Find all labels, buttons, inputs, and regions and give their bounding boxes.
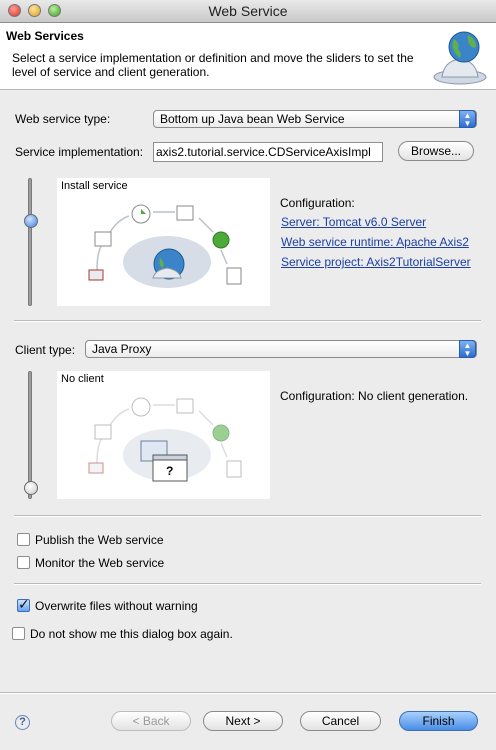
section-divider: [14, 515, 481, 517]
service-lifecycle-diagram-icon: [88, 204, 242, 288]
service-implementation-input[interactable]: [153, 142, 383, 162]
publish-label: Publish the Web service: [35, 533, 164, 547]
client-type-label: Client type:: [15, 343, 76, 357]
checkmark-icon: ✓: [18, 596, 30, 612]
client-type-value: Java Proxy: [92, 342, 152, 356]
client-diagram-panel: No client ?: [57, 371, 270, 499]
web-service-type-value: Bottom up Java bean Web Service: [160, 112, 345, 126]
dont-show-label: Do not show me this dialog box again.: [30, 627, 233, 641]
section-divider: [14, 320, 481, 322]
overwrite-checkbox[interactable]: ✓: [17, 596, 30, 612]
wizard-banner: Web Services Select a service implementa…: [0, 23, 496, 90]
banner-description: Select a service implementation or defin…: [12, 51, 414, 79]
client-level-slider-track[interactable]: [28, 371, 32, 499]
back-button[interactable]: < Back: [111, 711, 191, 731]
select-arrows-icon: ▲ ▼: [459, 340, 476, 358]
cancel-button[interactable]: Cancel: [300, 711, 381, 731]
select-arrows-icon: ▲ ▼: [459, 110, 476, 128]
next-button[interactable]: Next >: [203, 711, 283, 731]
runtime-link[interactable]: Web service runtime: Apache Axis2: [281, 235, 469, 249]
monitor-checkbox[interactable]: [17, 556, 30, 569]
client-level-slider-thumb[interactable]: [24, 481, 38, 495]
client-configuration-text: Configuration: No client generation.: [280, 389, 469, 403]
footer-divider: [0, 692, 496, 694]
web-service-type-select[interactable]: Bottom up Java bean Web Service ▲ ▼: [153, 110, 477, 128]
help-icon[interactable]: ?: [15, 715, 30, 730]
service-project-link[interactable]: Service project: Axis2TutorialServer: [281, 255, 471, 269]
finish-button[interactable]: Finish: [399, 711, 478, 731]
client-type-select[interactable]: Java Proxy ▲ ▼: [85, 340, 477, 358]
title-bar: Web Service: [0, 0, 496, 23]
window-title: Web Service: [208, 3, 288, 19]
publish-checkbox[interactable]: [17, 533, 30, 546]
service-implementation-label: Service implementation:: [15, 145, 144, 159]
overwrite-label: Overwrite files without warning: [35, 599, 198, 613]
dont-show-checkbox[interactable]: [12, 627, 25, 640]
svg-text:?: ?: [166, 464, 173, 478]
dialog-window: Web Service Web Services Select a servic…: [0, 0, 496, 750]
browse-button[interactable]: Browse...: [398, 141, 474, 161]
web-service-globe-icon: [433, 31, 487, 85]
service-diagram-panel: Install service: [57, 178, 270, 306]
web-service-type-label: Web service type:: [15, 112, 111, 126]
service-level-slider-track[interactable]: [28, 178, 32, 306]
server-link[interactable]: Server: Tomcat v6.0 Server: [281, 215, 426, 229]
proxy-client-icon: ?: [140, 440, 188, 482]
section-divider: [14, 583, 481, 585]
monitor-label: Monitor the Web service: [35, 556, 165, 570]
banner-heading: Web Services: [6, 29, 84, 43]
service-configuration-label: Configuration:: [280, 196, 355, 210]
service-level-slider-thumb[interactable]: [24, 214, 38, 228]
